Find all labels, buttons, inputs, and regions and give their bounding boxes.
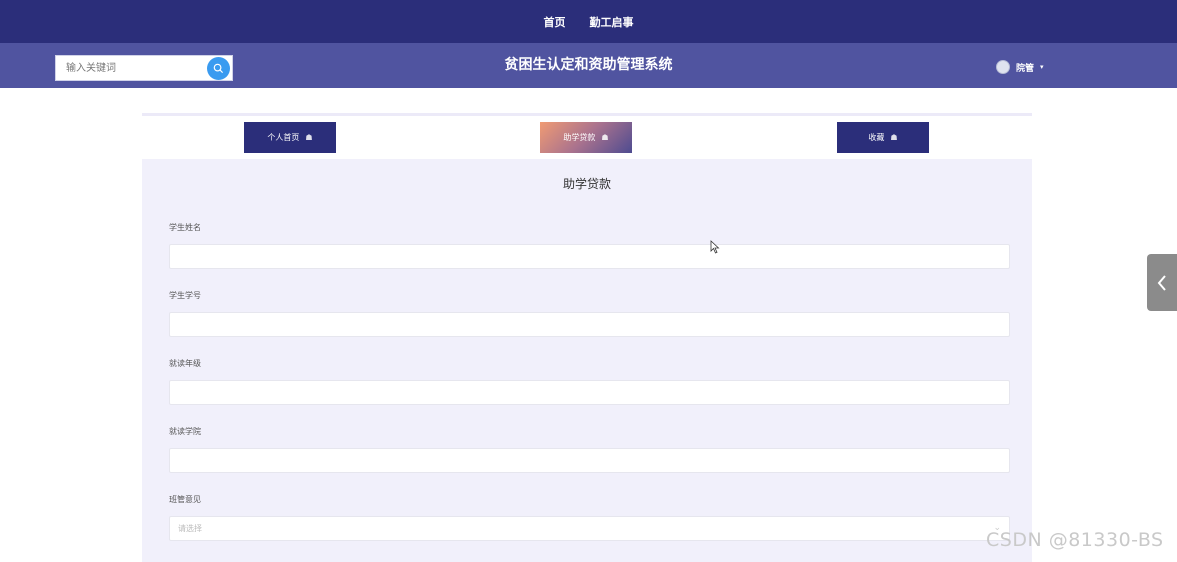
label-class-opinion: 班管意见 [169, 495, 201, 504]
header-bar: 贫困生认定和资助管理系统 院管 ▾ [0, 43, 1177, 88]
mouse-cursor-icon [710, 240, 720, 254]
student-id-input[interactable] [169, 312, 1010, 337]
form-title: 助学贷款 [562, 177, 611, 191]
watermark: CSDN @81330-BS [986, 529, 1164, 551]
tab-label: 个人首页 [267, 133, 300, 142]
hand-icon: ☗ [601, 133, 609, 142]
label-college: 就读学院 [169, 427, 201, 436]
label-student-id: 学生学号 [169, 291, 201, 300]
nav-item-work-notice[interactable]: 勤工启事 [590, 14, 634, 30]
user-menu[interactable]: 院管 ▾ [996, 59, 1044, 75]
label-student-name: 学生姓名 [169, 223, 201, 232]
tab-personal-home[interactable]: 个人首页 ☗ [244, 122, 336, 153]
tab-student-loan[interactable]: 助学贷款 ☗ [540, 122, 632, 153]
search-input[interactable] [56, 56, 216, 80]
main-panel: 个人首页 ☗ 助学贷款 ☗ 收藏 ☗ 助学贷款 学生姓名 学生学号 就读年级 就… [142, 113, 1032, 562]
grade-input[interactable] [169, 380, 1010, 405]
tab-bar: 个人首页 ☗ 助学贷款 ☗ 收藏 ☗ [142, 113, 1032, 159]
nav-item-home[interactable]: 首页 [544, 14, 566, 30]
search-button[interactable] [207, 57, 230, 80]
search-icon [213, 63, 224, 74]
college-input[interactable] [169, 448, 1010, 473]
class-opinion-select[interactable]: 请选择 ⌄ [169, 516, 1010, 541]
chevron-left-icon [1157, 274, 1166, 291]
caret-down-icon: ▾ [1040, 63, 1044, 71]
search-box [55, 55, 233, 81]
side-collapse-button[interactable] [1147, 254, 1177, 311]
user-name: 院管 [1016, 63, 1035, 74]
top-nav: 首页 勤工启事 [0, 0, 1177, 43]
hand-icon: ☗ [890, 133, 898, 142]
hand-icon: ☗ [305, 133, 313, 142]
avatar [996, 60, 1010, 74]
tab-favorites[interactable]: 收藏 ☗ [837, 122, 929, 153]
student-name-input[interactable] [169, 244, 1010, 269]
tab-label: 助学贷款 [563, 133, 596, 142]
tab-label: 收藏 [868, 133, 885, 142]
label-grade: 就读年级 [169, 359, 201, 368]
select-placeholder: 请选择 [178, 524, 202, 533]
